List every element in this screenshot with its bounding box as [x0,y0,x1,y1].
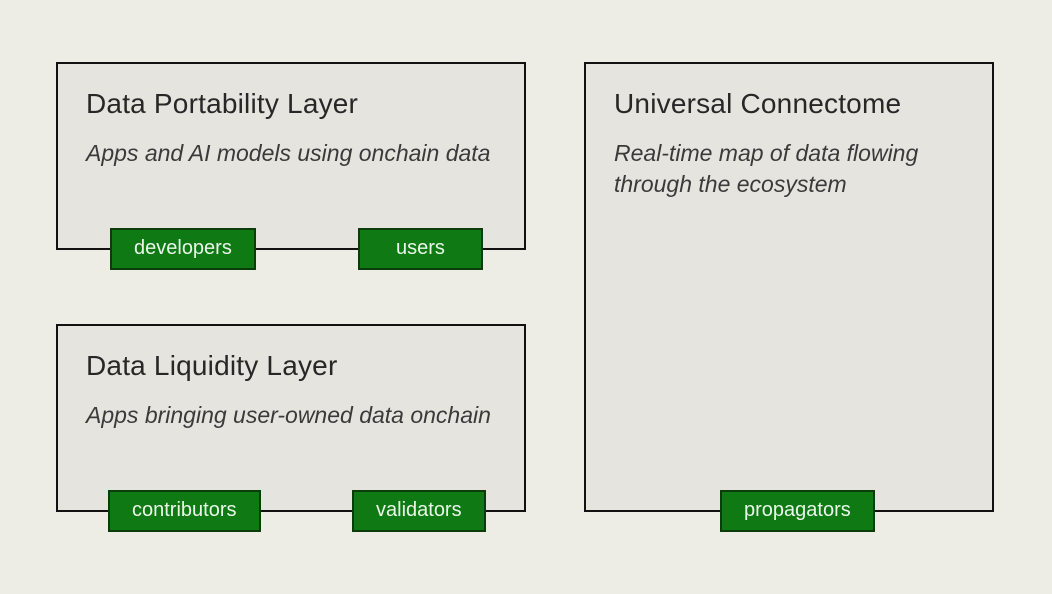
box-title: Data Liquidity Layer [86,350,496,382]
box-universal-connectome: Universal Connectome Real-time map of da… [584,62,994,512]
box-title: Universal Connectome [614,88,964,120]
tag-validators: validators [352,490,486,532]
box-description: Apps and AI models using onchain data [86,138,496,169]
box-description: Real-time map of data flowing through th… [614,138,964,200]
tag-developers: developers [110,228,256,270]
tag-users: users [358,228,483,270]
tag-contributors: contributors [108,490,261,532]
box-data-portability-layer: Data Portability Layer Apps and AI model… [56,62,526,250]
diagram-canvas: Data Portability Layer Apps and AI model… [0,0,1052,594]
box-description: Apps bringing user-owned data onchain [86,400,496,431]
box-data-liquidity-layer: Data Liquidity Layer Apps bringing user-… [56,324,526,512]
box-title: Data Portability Layer [86,88,496,120]
tag-propagators: propagators [720,490,875,532]
